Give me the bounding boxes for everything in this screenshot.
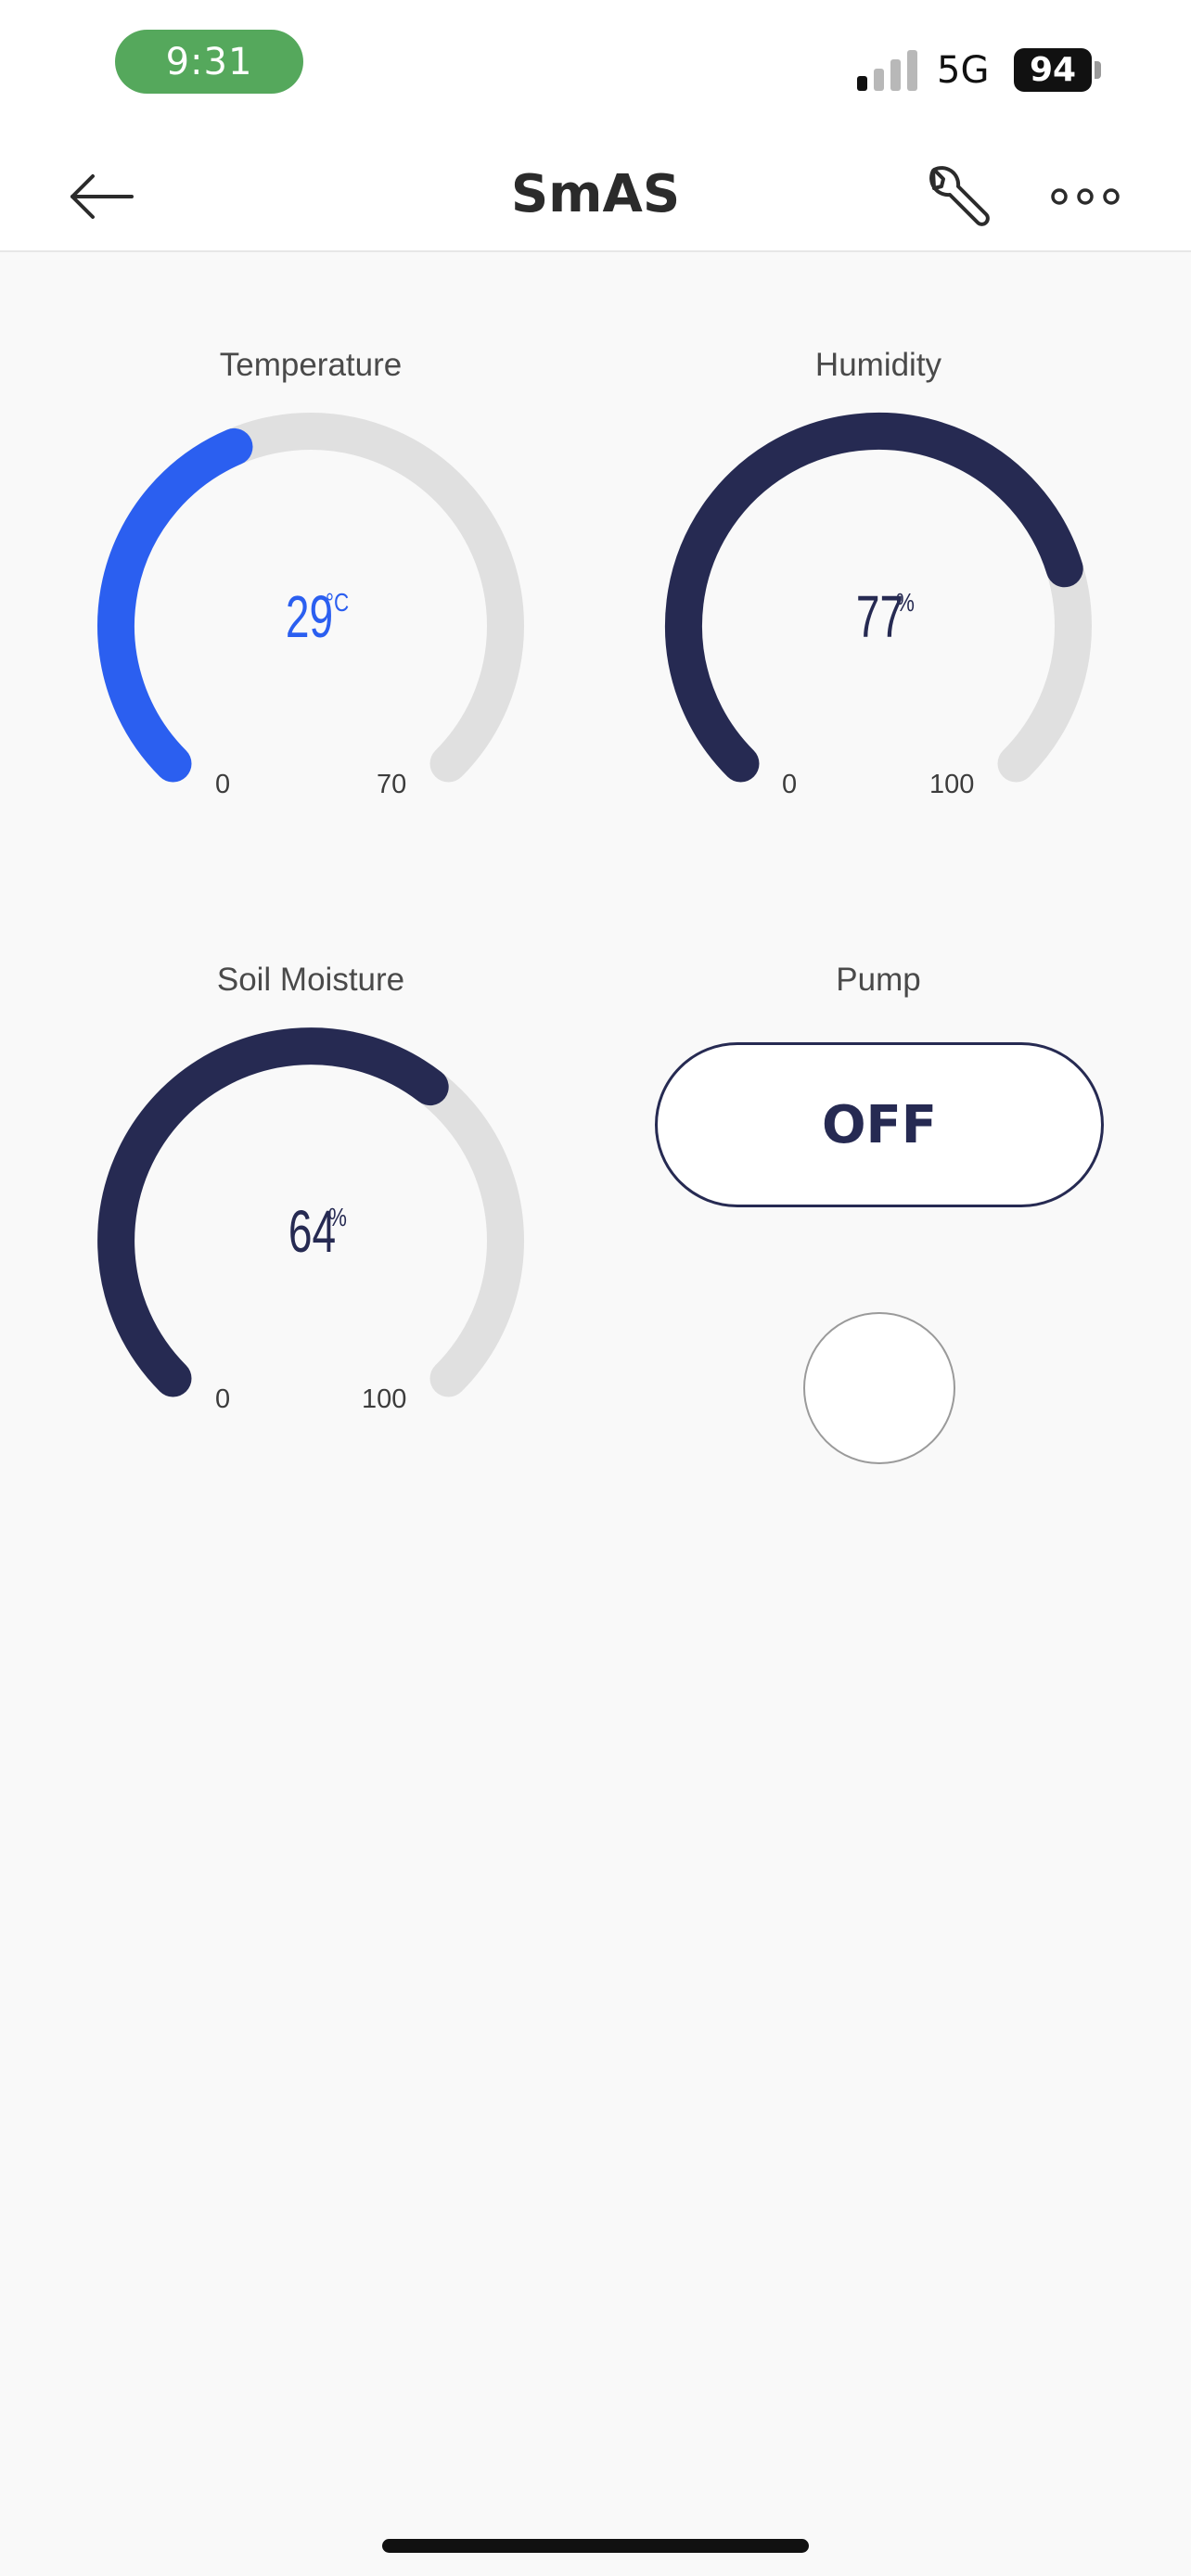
pump-led-indicator xyxy=(803,1312,955,1464)
more-button[interactable] xyxy=(1048,176,1122,217)
battery-level: 94 xyxy=(1014,48,1092,92)
temperature-max: 70 xyxy=(377,770,407,799)
page-title: SmAS xyxy=(510,164,681,224)
wrench-icon xyxy=(929,166,990,226)
back-button[interactable] xyxy=(65,167,139,226)
soil-moisture-value: 64% xyxy=(172,1197,450,1266)
temperature-label: Temperature xyxy=(219,347,403,383)
app-header: SmAS xyxy=(0,139,1191,252)
soil-moisture-min: 0 xyxy=(215,1384,231,1414)
humidity-min: 0 xyxy=(782,770,798,799)
more-horizontal-icon xyxy=(1051,188,1120,205)
home-indicator[interactable] xyxy=(382,2539,809,2553)
temperature-min: 0 xyxy=(215,770,231,799)
network-type: 5G xyxy=(937,49,990,92)
pump-toggle-button[interactable]: OFF xyxy=(655,1042,1104,1207)
humidity-max: 100 xyxy=(929,770,975,799)
soil-moisture-max: 100 xyxy=(362,1384,407,1414)
soil-moisture-label: Soil Moisture xyxy=(216,962,405,998)
battery-tip xyxy=(1095,61,1101,79)
pump-label: Pump xyxy=(836,962,921,998)
humidity-label: Humidity xyxy=(814,347,942,383)
humidity-value-unit: % xyxy=(896,588,916,617)
status-time: 9:31 xyxy=(115,30,303,94)
signal-strength-icon xyxy=(857,50,917,91)
temperature-value: 29°C xyxy=(172,582,450,651)
temperature-value-unit: °C xyxy=(325,588,350,617)
status-bar: 9:31 5G 94 xyxy=(0,0,1191,139)
humidity-value: 77% xyxy=(739,582,1018,651)
soil-moisture-value-unit: % xyxy=(328,1203,348,1231)
arrow-left-icon xyxy=(70,174,134,219)
settings-button[interactable] xyxy=(918,161,992,236)
